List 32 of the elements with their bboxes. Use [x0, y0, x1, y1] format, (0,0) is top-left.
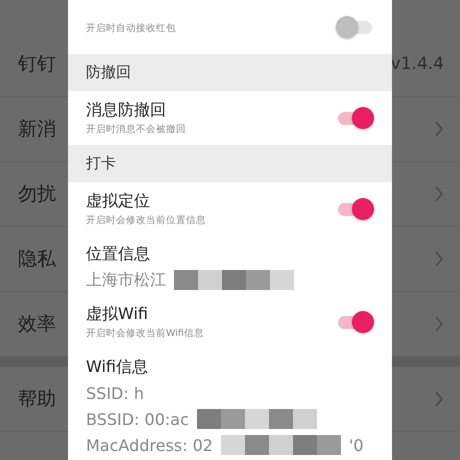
menu-item-label[interactable]: 效率 [18, 311, 56, 337]
chevron-right-icon [434, 390, 444, 408]
info-value: 上海市松江 [86, 270, 166, 290]
setting-description: 开启时会修改当前Wifi信息 [86, 327, 204, 340]
chevron-right-icon [434, 250, 444, 268]
chevron-right-icon [434, 120, 444, 138]
section-title: 打卡 [86, 154, 116, 173]
info-value: SSID: h [86, 384, 144, 402]
toggle-switch[interactable] [336, 198, 374, 220]
toggle-switch[interactable] [336, 107, 374, 129]
menu-item-label[interactable]: 钉钉 [18, 51, 56, 77]
setting-title: 消息防撤回 [86, 100, 167, 121]
menu-item-label[interactable]: 帮助 [18, 386, 56, 412]
chevron-right-icon [434, 315, 444, 333]
info-title: 位置信息 [86, 244, 151, 265]
section-title: 防撤回 [86, 63, 131, 82]
toggle-switch[interactable] [336, 16, 374, 38]
version-text: v1.4.4 [390, 54, 444, 74]
chevron-right-icon [434, 185, 444, 203]
info-value: MacAddress: 02 [86, 436, 213, 454]
info-value: BSSID: 00:ac [86, 410, 189, 428]
setting-title: 虚拟Wifi [86, 304, 149, 325]
setting-description: 开启时会修改当前位置信息 [86, 214, 206, 227]
menu-item-label[interactable]: 新消 [18, 116, 56, 142]
setting-title: 虚拟定位 [86, 191, 151, 212]
info-value: '0 [348, 436, 364, 454]
toggle-switch[interactable] [336, 311, 374, 333]
setting-description: 开启时消息不会被撤回 [86, 123, 186, 136]
menu-item-label[interactable]: 隐私 [18, 246, 56, 272]
menu-item-label[interactable]: 勿扰 [18, 181, 56, 207]
info-title: Wifi信息 [86, 357, 149, 378]
setting-description: 开启时自动接收红包 [86, 22, 176, 34]
